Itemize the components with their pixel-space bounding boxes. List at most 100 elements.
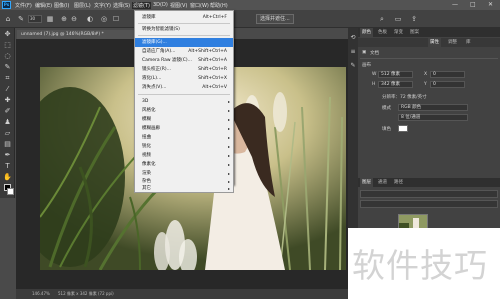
menu-item-lens-correction[interactable]: 镜头校正(R)... Shift+Ctrl+R (135, 65, 233, 74)
menu-item-filter-gallery[interactable]: 滤镜库(G)... (135, 38, 233, 47)
x-field[interactable]: 0 (430, 71, 465, 78)
tab-properties[interactable]: 属性 (428, 38, 441, 47)
color-mode-select[interactable]: RGB 颜色 (398, 104, 468, 111)
lasso-tool-icon[interactable]: ◌ (3, 52, 12, 61)
tab-libraries[interactable]: 库 (464, 38, 473, 47)
eyedropper-tool-icon[interactable]: ⁄ (3, 85, 12, 94)
menu-edit[interactable]: 编辑(E) (35, 2, 52, 9)
document-label: 文档 (370, 51, 379, 56)
brush-settings-icon[interactable]: ▦ (46, 15, 54, 23)
menu-layer[interactable]: 图层(L) (74, 2, 91, 9)
bit-depth-select[interactable]: 8 位/通道 (398, 114, 468, 121)
menu-file[interactable]: 文件(F) (15, 2, 32, 9)
hand-tool-icon[interactable]: ✋ (3, 173, 12, 182)
fill-label: 填色 (382, 127, 391, 132)
search-icon[interactable]: ⌕ (378, 15, 386, 23)
menu-help[interactable]: 帮助(H) (210, 2, 228, 9)
tab-color[interactable]: 颜色 (360, 28, 373, 37)
options-bar: ⌂ ✎ 30 ▦ ⊕ ⊖ ◐ ◎ ☐ 选择并遮住... ⌕ ▭ ⇪ (0, 10, 500, 28)
brush-tool-icon[interactable]: ✐ (3, 107, 12, 116)
menu-item-blur[interactable]: 模糊 ▸ (135, 115, 233, 124)
brush-presets-icon[interactable]: ✎ (349, 62, 357, 70)
menu-window[interactable]: 窗口(W) (190, 2, 209, 9)
brush-size-picker[interactable]: 30 (28, 15, 42, 23)
brush-options-icon[interactable]: ◐ (86, 15, 94, 23)
submenu-arrow-icon: ▸ (227, 153, 230, 158)
color-panel-tabs: 颜色 色板 渐变 图案 (358, 28, 500, 37)
home-icon[interactable]: ⌂ (4, 15, 12, 23)
tab-layers[interactable]: 图层 (360, 178, 373, 187)
history-icon[interactable]: ⟲ (349, 34, 357, 42)
menu-item-stylize[interactable]: 风格化 ▸ (135, 106, 233, 115)
menu-type[interactable]: 文字(Y) (94, 2, 111, 9)
x-label: X (424, 72, 428, 77)
menu-item-video[interactable]: 视频 ▸ (135, 151, 233, 160)
menu-select[interactable]: 选择(S) (113, 2, 130, 9)
tab-patterns[interactable]: 图案 (408, 28, 421, 37)
stamp-tool-icon[interactable]: ♟ (3, 118, 12, 127)
menu-item-camera-raw[interactable]: Camera Raw 滤镜(C)... Shift+Ctrl+A (135, 56, 233, 65)
healing-brush-icon[interactable]: ✚ (3, 96, 12, 105)
minimize-button[interactable]: — (452, 1, 458, 8)
workspace-icon[interactable]: ▭ (394, 15, 402, 23)
menu-item-pixelate[interactable]: 像素化 ▸ (135, 160, 233, 169)
menu-filter[interactable]: 滤镜(T) (132, 2, 151, 9)
quick-select-tool-icon[interactable]: ✎ (3, 63, 12, 72)
close-button[interactable]: ✕ (488, 1, 493, 8)
resolution-text: 分辨率：72 像素/英寸 (382, 95, 427, 100)
submenu-arrow-icon: ▸ (227, 186, 230, 191)
zoom-level[interactable]: 146.47% (32, 289, 50, 299)
eraser-tool-icon[interactable]: ▱ (3, 129, 12, 138)
menu-item-filter-gallery-last[interactable]: 滤镜库 Alt+Ctrl+F (135, 13, 233, 22)
tab-gradients[interactable]: 渐变 (392, 28, 405, 37)
tab-channels[interactable]: 通道 (376, 178, 389, 187)
maximize-button[interactable]: □ (470, 1, 476, 8)
tab-swatches[interactable]: 色板 (376, 28, 389, 37)
sample-icon[interactable]: ◎ (100, 15, 108, 23)
background-color-swatch[interactable] (7, 188, 14, 195)
submenu-arrow-icon: ▸ (227, 108, 230, 113)
height-field[interactable]: 342 像素 (378, 81, 413, 88)
gradient-tool-icon[interactable]: ▤ (3, 140, 12, 149)
menu-item-3d[interactable]: 3D ▸ (135, 97, 233, 106)
menu-item-liquify[interactable]: 液化(L)... Shift+Ctrl+X (135, 74, 233, 83)
share-icon[interactable]: ⇪ (410, 15, 418, 23)
document-icon: ▣ (362, 50, 367, 55)
status-bar: 146.47% 512 像素 x 342 像素 (72 ppi) (16, 289, 348, 299)
properties-icon[interactable]: ≡ (349, 48, 357, 56)
crop-tool-icon[interactable]: ⌗ (3, 74, 12, 83)
tab-paths[interactable]: 路径 (392, 178, 405, 187)
menu-item-vanishing-point[interactable]: 消失点(V)... Alt+Ctrl+V (135, 83, 233, 92)
submenu-arrow-icon: ▸ (227, 162, 230, 167)
menu-item-distort[interactable]: 扭曲 ▸ (135, 133, 233, 142)
select-and-mask-button[interactable]: 选择并遮住... (256, 14, 294, 24)
width-label: W (372, 72, 377, 77)
mode-label: 模式 (382, 106, 391, 111)
layer-filter-bar[interactable] (360, 190, 498, 198)
menu-view[interactable]: 视图(V) (170, 2, 187, 9)
width-field[interactable]: 512 像素 (378, 71, 413, 78)
menu-item-other[interactable]: 其它 ▸ (134, 184, 234, 193)
blend-mode-bar[interactable] (360, 200, 498, 208)
add-selection-icon[interactable]: ⊕ (60, 15, 68, 23)
move-tool-icon[interactable]: ✥ (3, 30, 12, 39)
submenu-arrow-icon: ▸ (227, 144, 230, 149)
menu-image[interactable]: 图像(I) (54, 2, 69, 9)
properties-panel-tabs: 属性 调整 库 (358, 38, 500, 47)
subtract-selection-icon[interactable]: ⊖ (70, 15, 78, 23)
menu-3d[interactable]: 3D(D) (153, 2, 168, 8)
brush-tool-icon[interactable]: ✎ (17, 15, 25, 23)
submenu-arrow-icon: ▸ (227, 99, 230, 104)
menu-item-convert-smart-filter[interactable]: 转换为智能滤镜(S) (135, 25, 233, 34)
y-field[interactable]: 0 (430, 81, 465, 88)
menu-item-sharpen[interactable]: 锐化 ▸ (135, 142, 233, 151)
document-tab[interactable]: unnamed (7).jpg @ 146%(RGB/8#) * (17, 30, 137, 39)
fill-swatch[interactable] (398, 125, 408, 132)
marquee-tool-icon[interactable]: ⬚ (3, 41, 12, 50)
menu-item-adaptive-wide-angle[interactable]: 自适应广角(A)... Alt+Shift+Ctrl+A (135, 47, 233, 56)
tab-adjustments[interactable]: 调整 (446, 38, 459, 47)
menu-item-blur-gallery[interactable]: 模糊画廊 ▸ (135, 124, 233, 133)
pen-tool-icon[interactable]: ✒ (3, 151, 12, 160)
enhance-icon[interactable]: ☐ (112, 15, 120, 23)
type-tool-icon[interactable]: T (3, 162, 12, 171)
